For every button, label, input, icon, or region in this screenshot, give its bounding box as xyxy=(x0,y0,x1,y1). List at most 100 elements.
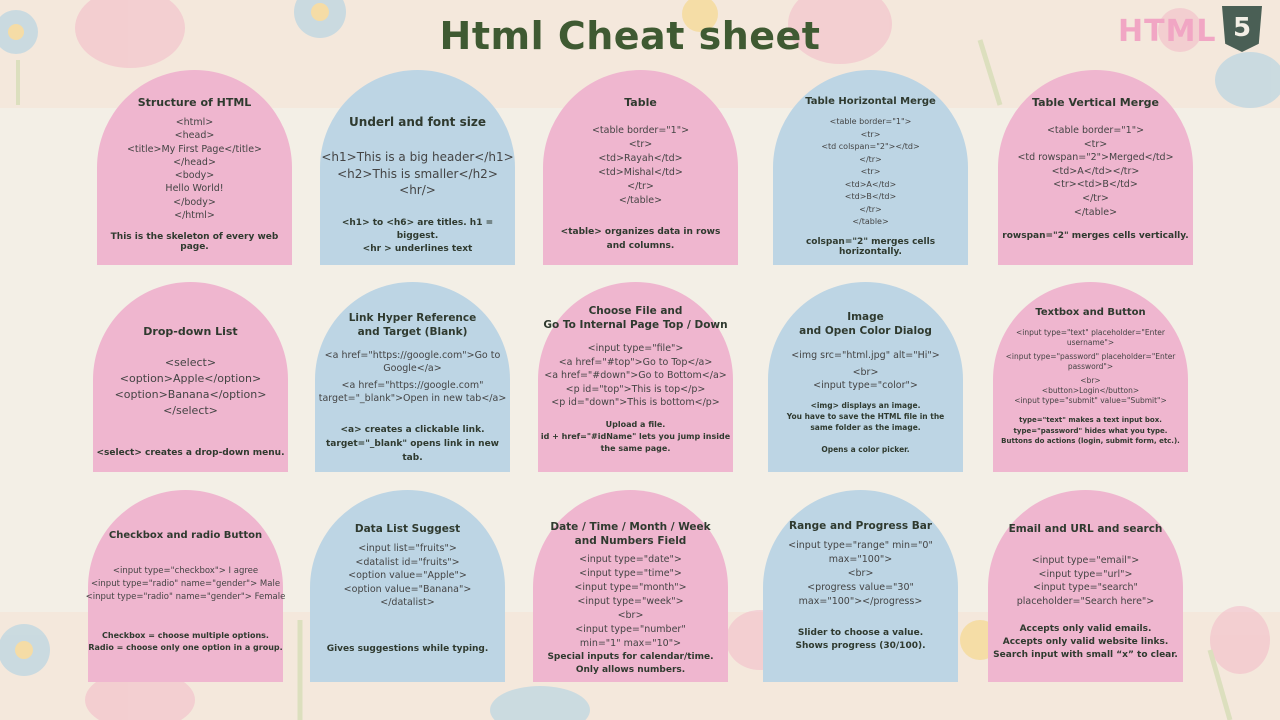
code-block: <html> <head> <title>My First Page</title>… xyxy=(127,116,262,222)
code-line: placeholder="Search here"> xyxy=(1016,595,1155,607)
card-note: Upload a file. id + href="#idName" lets … xyxy=(540,419,731,453)
code-line: <tr> xyxy=(1083,138,1108,150)
code-line: <br> xyxy=(1080,376,1101,385)
code-line: </table> xyxy=(1073,206,1118,218)
card-note: <select> creates a drop-down menu. xyxy=(96,448,285,458)
card-note: colspan="2" merges cells horizontally. xyxy=(805,236,936,257)
card-title: Link Hyper Reference and Target (Blank) xyxy=(348,312,477,338)
code-line: <progress value="30" xyxy=(807,582,914,593)
card-title: Drop-down List xyxy=(143,325,238,338)
card-title: Table Horizontal Merge xyxy=(805,96,936,107)
code-block: <input list="fruits"> <datalist id="fruit… xyxy=(344,542,472,610)
code-line: <a href="https://google.com">Go to xyxy=(324,350,501,361)
code-line: <head> xyxy=(174,130,215,142)
code-line: </tr> xyxy=(859,204,882,214)
card-image-and-color-dialog: Image and Open Color Dialog <img src="ht… xyxy=(768,282,963,472)
code-line: <tr> xyxy=(860,167,881,176)
code-line: </tr> xyxy=(859,154,882,164)
card-note: Gives suggestions while typing. xyxy=(326,643,489,654)
code-line: <title>My First Page</title> xyxy=(126,143,263,155)
code-line: <html> xyxy=(175,117,214,128)
code-line: <td>A</td></tr> xyxy=(1051,165,1140,177)
code-line: </tr> xyxy=(627,181,654,192)
card-note: <h1> to <h6> are titles. h1 = biggest. <… xyxy=(341,217,494,254)
card-note: This is the skeleton of every web page. xyxy=(110,232,279,253)
code-line: <br> xyxy=(847,568,874,579)
code-line: <a href="https://google.com" xyxy=(341,380,484,391)
code-line: <hr/> xyxy=(399,183,436,197)
code-line: </table> xyxy=(852,217,889,226)
code-line: </table> xyxy=(618,195,663,206)
card-title: Image and Open Color Dialog xyxy=(799,311,932,337)
card-choose-file-and-internal-page: Choose File and Go To Internal Page Top … xyxy=(538,282,733,472)
code-line: <input type="radio" name="gender"> Male xyxy=(90,579,281,589)
code-line: <table border="1"> xyxy=(1046,125,1145,136)
code-line: <input type="checkbox"> I agree xyxy=(112,566,259,576)
html5-shield-icon: 5 xyxy=(1222,6,1262,52)
code-line: <input type="search" xyxy=(1033,582,1138,593)
code-line: <select> xyxy=(164,356,217,369)
card-title: Email and URL and search xyxy=(1008,523,1163,535)
code-line: </tr> xyxy=(1082,192,1109,204)
code-line: <tr> xyxy=(860,129,881,139)
card-textbox-and-button: Textbox and Button <input type="text" pl… xyxy=(993,282,1188,472)
card-title: Underl and font size xyxy=(349,115,486,129)
code-block: <table border="1"> <tr> <td>Rayah</td> <td>… xyxy=(592,124,689,208)
code-block: <table border="1"> <tr> <td rowspan="2">Me… xyxy=(1017,124,1173,219)
code-line: <input type="date"> xyxy=(579,554,682,565)
code-line: <h1>This is a big header</h1> xyxy=(321,150,514,164)
card-table-horizontal-merge: Table Horizontal Merge <table border="1"… xyxy=(773,70,968,265)
code-line: <option value="Apple"> xyxy=(348,570,467,581)
code-block: <img src="html.jpg" alt="Hi"> <br> <input … xyxy=(791,349,939,392)
code-line: <input type="month"> xyxy=(574,582,687,593)
code-line: <option>Banana</option> xyxy=(114,388,267,401)
code-block: <input type="date"> <input type="time"> <i… xyxy=(574,553,686,651)
card-underline-and-font-size: Underl and font size <h1>This is a big h… xyxy=(320,70,515,265)
code-line: <p id="top">This is top</p> xyxy=(565,383,706,395)
code-line: <br> xyxy=(617,610,644,621)
code-block: <table border="1"> <tr> <td colspan="2"></… xyxy=(821,116,919,229)
card-note: <table> organizes data in rows and colum… xyxy=(560,227,721,251)
code-block: <input type="checkbox"> I agree <input ty… xyxy=(86,565,286,604)
code-line: <input type="file"> xyxy=(587,343,684,354)
code-line: <input list="fruits"> xyxy=(358,543,457,554)
card-title: Data List Suggest xyxy=(354,523,461,535)
code-line: <td>Mishal</td> xyxy=(598,167,683,178)
card-link-hyper-reference: Link Hyper Reference and Target (Blank) … xyxy=(315,282,510,472)
code-line: <p id="down">This is bottom</p> xyxy=(551,397,720,409)
card-table: Table <table border="1"> <tr> <td>Rayah</t… xyxy=(543,70,738,265)
code-line: </select> xyxy=(163,404,218,417)
code-line: password"> xyxy=(1067,362,1114,371)
code-line: Google</a> xyxy=(383,363,442,374)
code-line: username"> xyxy=(1066,338,1115,347)
card-note: type="text" makes a text input box. type… xyxy=(1001,416,1180,445)
code-line: </head> xyxy=(173,156,216,168)
code-line: <table border="1"> xyxy=(591,125,690,136)
code-line: <input type="time"> xyxy=(579,568,682,579)
card-title: Structure of HTML xyxy=(137,96,252,109)
code-line: <h2>This is smaller</h2> xyxy=(337,166,498,181)
code-line: <datalist id="fruits"> xyxy=(355,556,460,568)
card-title: Table Vertical Merge xyxy=(1032,96,1159,109)
code-line: min="1" max="10"> xyxy=(579,638,682,649)
code-line: </body> xyxy=(173,196,216,208)
code-line: <td colspan="2"></td> xyxy=(821,142,920,151)
card-email-url-and-search: Email and URL and search <input type="em… xyxy=(988,490,1183,682)
card-title: Table xyxy=(624,96,657,109)
card-data-list-suggest: Data List Suggest <input list="fruits"> <… xyxy=(310,490,505,682)
card-title: Range and Progress Bar xyxy=(789,520,932,532)
page-title: Html Cheat sheet xyxy=(439,14,821,58)
code-line: <img src="html.jpg" alt="Hi"> xyxy=(791,350,940,361)
code-line: max="100"> xyxy=(828,554,893,565)
code-line: <input type="password" placeholder="Ente… xyxy=(1005,352,1176,361)
card-title: Date / Time / Month / Week and Numbers F… xyxy=(550,521,711,547)
code-line: <td>Rayah</td> xyxy=(598,153,683,164)
code-line: <tr> xyxy=(628,139,653,150)
code-line: <td>B</td> xyxy=(844,192,897,201)
card-note: rowspan="2" merges cells vertically. xyxy=(1002,231,1189,242)
code-line: <body> xyxy=(174,170,215,182)
code-line: <option>Apple</option> xyxy=(119,372,262,385)
code-block: <a href="https://google.com">Go to Google… xyxy=(319,349,507,405)
code-block: <input type="range" min="0" max="100"> <br… xyxy=(788,539,933,609)
code-line: <br> xyxy=(852,367,879,378)
